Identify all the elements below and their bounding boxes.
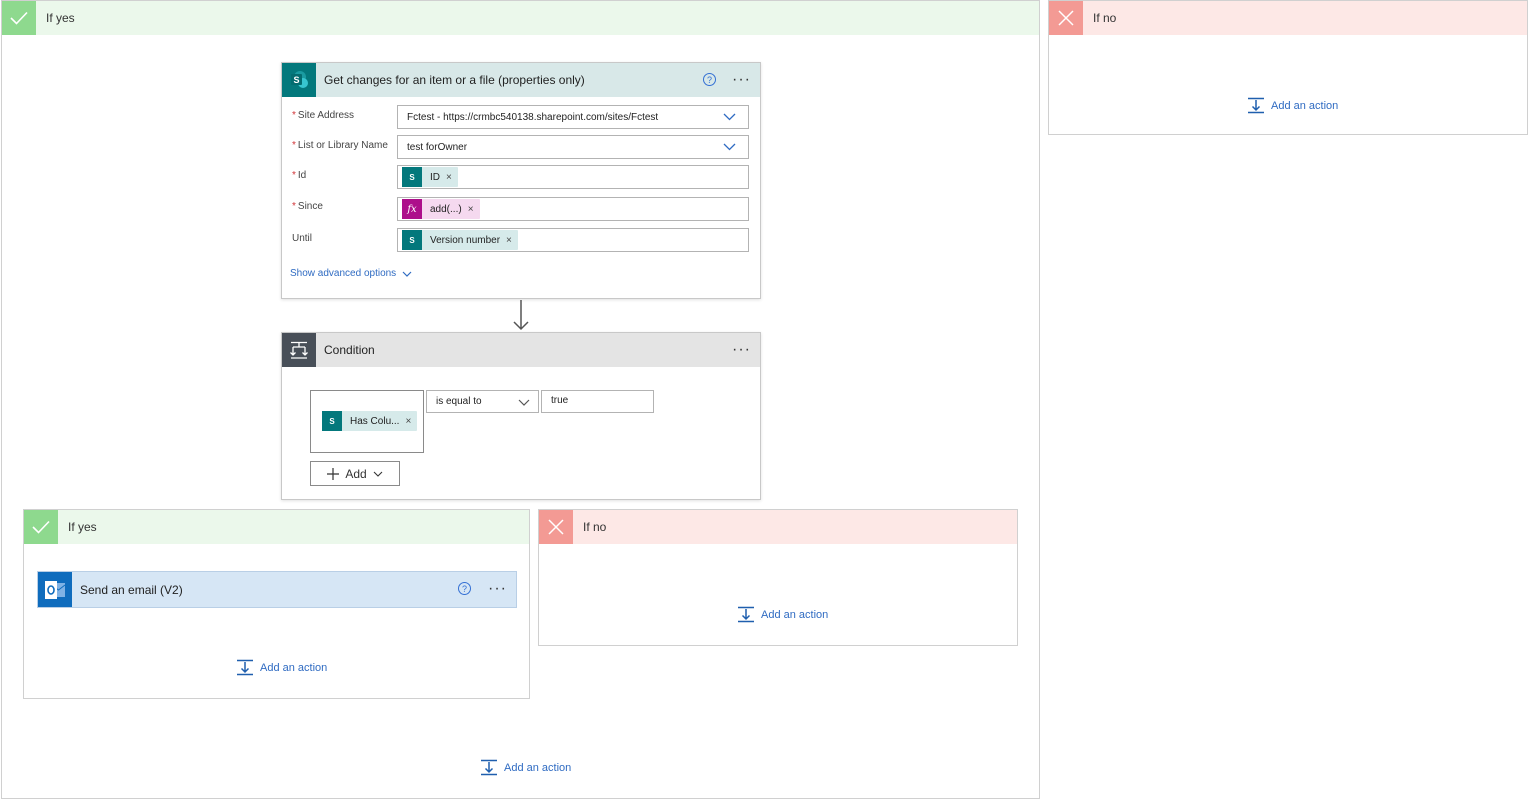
svg-text:S: S [293, 75, 299, 85]
help-icon[interactable]: ? [703, 73, 716, 86]
more-options-icon[interactable]: ··· [488, 581, 507, 597]
get-changes-title: Get changes for an item or a file (prope… [324, 73, 585, 87]
add-action-label: Add an action [504, 761, 572, 774]
outer-if-no-title: If no [1093, 11, 1117, 25]
add-action-label: Add an action [761, 608, 829, 621]
inner-if-no-title: If no [583, 520, 607, 534]
remove-token-icon[interactable]: × [405, 416, 411, 427]
list-name-label: * List or Library Name [292, 140, 388, 151]
add-button-label: Add [345, 466, 367, 481]
connector-arrow-icon [513, 300, 529, 331]
plus-icon [327, 467, 340, 480]
send-email-header[interactable]: Send an email (V2) ? ··· [38, 572, 516, 607]
inner-if-yes-header[interactable]: If yes [24, 510, 529, 544]
add-action-icon [1248, 97, 1264, 114]
add-action-label: Add an action [260, 661, 328, 674]
has-column-token[interactable]: S Has Colu... × [322, 411, 418, 431]
condition-header[interactable]: Condition ··· [282, 333, 760, 367]
inner-if-yes-branch: If yes Send an email (V2) ? ··· Add an a… [23, 509, 530, 699]
outer-yes-add-action-link[interactable]: Add an action [480, 759, 571, 776]
function-icon: fx [402, 199, 422, 219]
remove-token-icon[interactable]: × [446, 172, 452, 183]
add-action-icon [738, 606, 754, 623]
add-action-icon [481, 759, 497, 776]
inner-if-yes-title: If yes [68, 520, 97, 534]
outlook-icon [38, 572, 72, 607]
show-advanced-options-link[interactable]: Show advanced options [290, 268, 412, 279]
cross-icon [539, 510, 573, 544]
condition-card: Condition ··· S Has Colu... × is equal t… [281, 332, 761, 500]
checkmark-icon [2, 1, 36, 35]
inner-yes-add-action-link[interactable]: Add an action [236, 659, 327, 676]
sharepoint-icon: S [402, 167, 422, 187]
outer-if-yes-title: If yes [46, 11, 75, 25]
more-options-icon[interactable]: ··· [732, 72, 751, 88]
list-name-value: test forOwner [407, 141, 468, 153]
get-changes-action-card: S Get changes for an item or a file (pro… [281, 62, 761, 299]
since-input[interactable]: fx add(...) × [397, 197, 749, 221]
inner-if-no-branch: If no Add an action [538, 509, 1018, 646]
condition-right-value: true [551, 395, 569, 406]
checkmark-icon [24, 510, 58, 544]
condition-operator-value: is equal to [436, 396, 482, 407]
id-token[interactable]: S ID × [402, 167, 458, 187]
outer-no-add-action-link[interactable]: Add an action [1247, 97, 1338, 114]
until-token-label: Version number [430, 234, 501, 246]
condition-left-operand[interactable]: S Has Colu... × [310, 390, 424, 453]
send-email-action-card[interactable]: Send an email (V2) ? ··· [37, 571, 517, 608]
since-label: * Since [292, 201, 323, 212]
chevron-down-icon [723, 113, 736, 121]
chevron-down-icon [402, 271, 412, 277]
help-icon[interactable]: ? [458, 582, 471, 595]
get-changes-header[interactable]: S Get changes for an item or a file (pro… [282, 63, 760, 97]
id-token-label: ID [430, 171, 440, 183]
has-column-token-label: Has Colu... [350, 415, 400, 427]
chevron-down-icon [373, 471, 383, 477]
chevron-down-icon [518, 399, 530, 406]
since-expression-token[interactable]: fx add(...) × [402, 199, 480, 219]
site-address-value: Fctest - https://crmbc540138.sharepoint.… [407, 111, 659, 123]
id-input[interactable]: S ID × [397, 165, 749, 189]
sharepoint-icon: S [322, 411, 342, 431]
outer-if-yes-header[interactable]: If yes [2, 1, 1039, 35]
condition-icon [282, 333, 316, 367]
cross-icon [1049, 1, 1083, 35]
until-label: Until [292, 233, 313, 244]
condition-right-operand[interactable]: true [541, 390, 654, 413]
sharepoint-icon: S [282, 63, 316, 97]
until-token[interactable]: S Version number × [402, 230, 518, 250]
id-label: * Id [292, 170, 307, 181]
remove-token-icon[interactable]: × [468, 204, 474, 215]
more-options-icon[interactable]: ··· [732, 342, 751, 358]
add-action-label: Add an action [1271, 99, 1339, 112]
chevron-down-icon [723, 143, 736, 151]
add-action-icon [237, 659, 253, 676]
condition-operator-dropdown[interactable]: is equal to [426, 390, 539, 413]
remove-token-icon[interactable]: × [506, 235, 512, 246]
outer-if-no-header[interactable]: If no [1049, 1, 1527, 35]
send-email-title: Send an email (V2) [80, 582, 183, 597]
site-address-label: * Site Address [292, 110, 355, 121]
inner-if-no-header[interactable]: If no [539, 510, 1017, 544]
condition-title: Condition [324, 343, 375, 357]
site-address-dropdown[interactable]: Fctest - https://crmbc540138.sharepoint.… [397, 105, 749, 129]
sharepoint-icon: S [402, 230, 422, 250]
condition-add-button[interactable]: Add [310, 461, 400, 486]
since-token-label: add(...) [430, 203, 462, 215]
list-name-dropdown[interactable]: test forOwner [397, 135, 749, 159]
inner-no-add-action-link[interactable]: Add an action [737, 606, 828, 623]
outer-if-no-branch: If no Add an action [1048, 0, 1528, 135]
show-advanced-options-label: Show advanced options [290, 268, 397, 279]
until-input[interactable]: S Version number × [397, 228, 749, 252]
